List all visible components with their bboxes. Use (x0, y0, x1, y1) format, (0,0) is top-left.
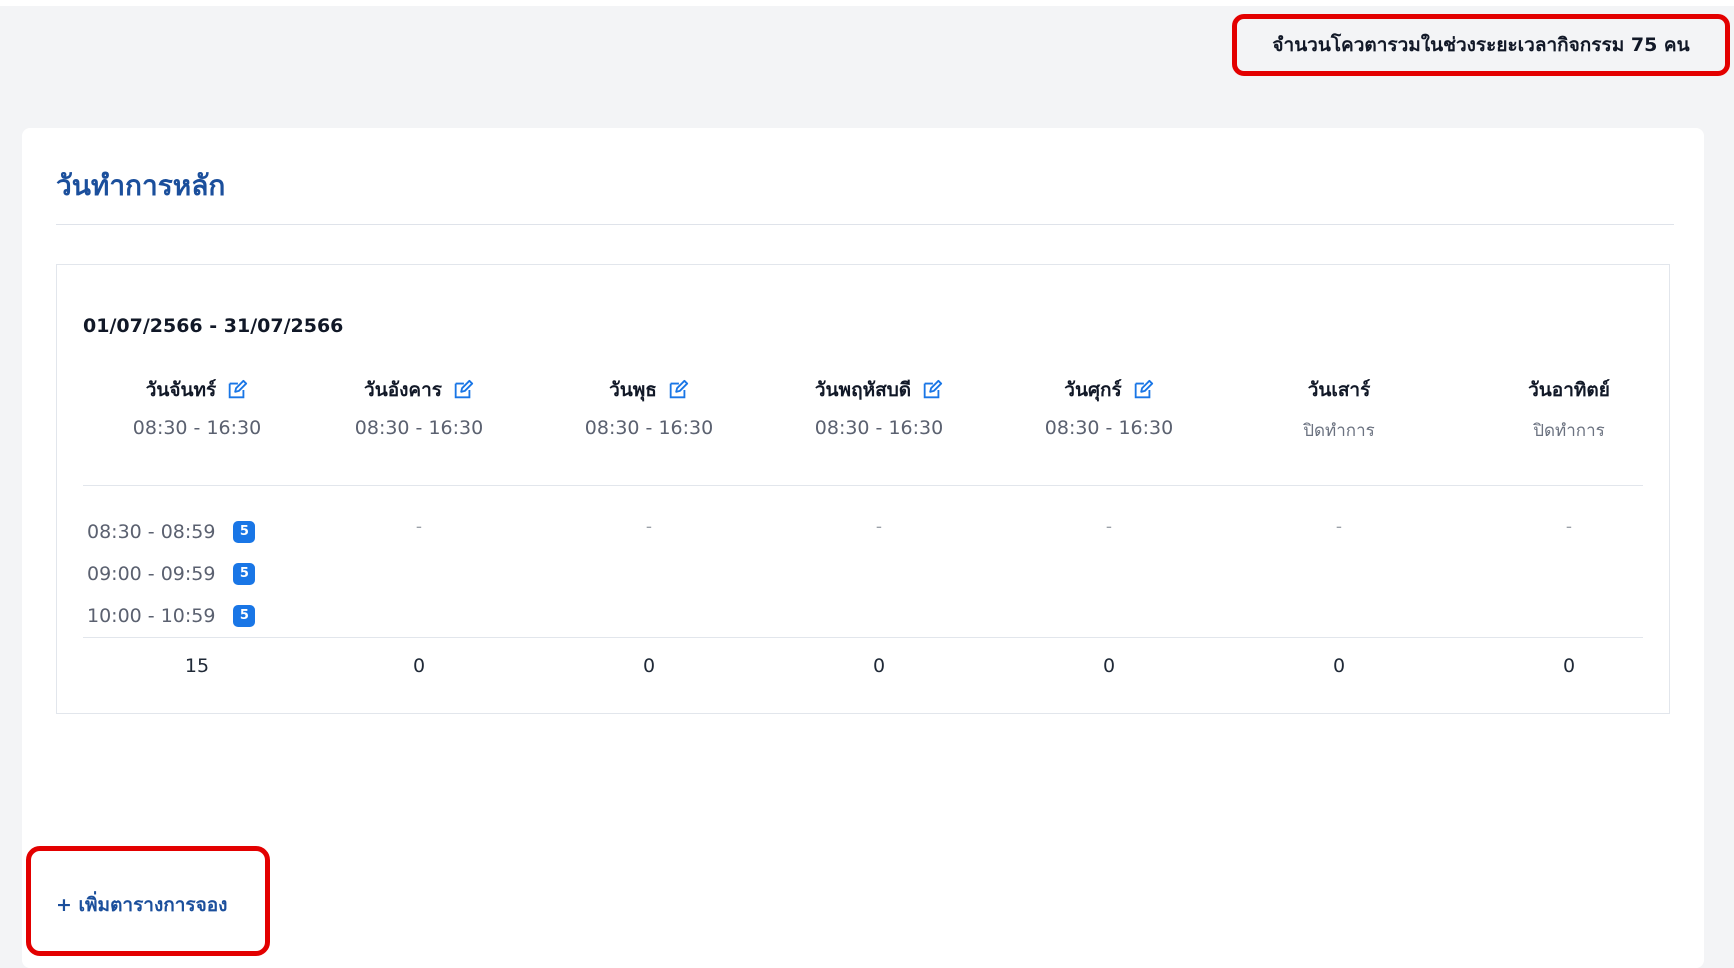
time-slot[interactable]: 09:00 - 09:59 5 (87, 553, 307, 595)
quota-badge: 5 (233, 521, 256, 543)
day-name: วันพุธ (609, 379, 657, 401)
day-hours: 08:30 - 16:30 (354, 417, 484, 439)
date-range: 01/07/2566 - 31/07/2566 (83, 315, 344, 337)
time-slot[interactable]: 10:00 - 10:59 5 (87, 595, 307, 637)
day-closed-label: ปิดทำการ (1533, 421, 1605, 441)
no-slots-placeholder: - (1105, 517, 1113, 537)
day-total: 0 (1332, 655, 1346, 677)
header-divider (83, 485, 1643, 486)
main-card: วันทำการหลัก 01/07/2566 - 31/07/2566 วัน… (22, 128, 1704, 968)
quota-badge: 5 (233, 563, 256, 585)
day-total: 15 (184, 655, 210, 677)
no-slots-placeholder: - (875, 517, 883, 537)
day-name: วันศุกร์ (1064, 379, 1122, 401)
edit-icon[interactable] (921, 379, 943, 401)
no-slots-placeholder: - (415, 517, 423, 537)
time-slot[interactable]: 08:30 - 08:59 5 (87, 511, 307, 553)
day-hours: 08:30 - 16:30 (584, 417, 714, 439)
day-total: 0 (872, 655, 886, 677)
day-header-tuesday: วันอังคาร (305, 375, 533, 405)
day-hours: 08:30 - 16:30 (814, 417, 944, 439)
day-header-monday: วันจันทร์ (83, 375, 311, 405)
no-slots-placeholder: - (1565, 517, 1573, 537)
monday-slot-list: 08:30 - 08:59 5 09:00 - 09:59 5 10:00 - … (87, 511, 307, 637)
day-total: 0 (1102, 655, 1116, 677)
day-name: วันจันทร์ (145, 379, 217, 401)
day-total: 0 (642, 655, 656, 677)
no-slots-placeholder: - (645, 517, 653, 537)
day-total: 0 (1562, 655, 1576, 677)
card-title: วันทำการหลัก (56, 169, 226, 202)
top-bar (0, 0, 1734, 6)
quota-badge: 5 (233, 605, 256, 627)
schedule-panel: 01/07/2566 - 31/07/2566 วันจันทร์ 08:30 … (56, 264, 1670, 714)
add-schedule-button[interactable]: + เพิ่มตารางการจอง (56, 890, 227, 920)
day-name: วันอังคาร (364, 379, 442, 401)
edit-icon[interactable] (226, 379, 248, 401)
day-name: วันเสาร์ (1307, 379, 1371, 401)
day-closed-label: ปิดทำการ (1303, 421, 1375, 441)
slot-time: 10:00 - 10:59 (87, 605, 216, 627)
card-divider (56, 224, 1674, 225)
totals-divider (83, 637, 1643, 638)
slot-time: 09:00 - 09:59 (87, 563, 216, 585)
day-header-thursday: วันพฤหัสบดี (765, 375, 993, 405)
edit-icon[interactable] (452, 379, 474, 401)
edit-icon[interactable] (1132, 379, 1154, 401)
day-total: 0 (412, 655, 426, 677)
quota-text: จำนวนโควตารวมในช่วงระยะเวลากิจกรรม 75 คน (1272, 34, 1690, 56)
quota-banner: จำนวนโควตารวมในช่วงระยะเวลากิจกรรม 75 คน (1232, 14, 1730, 76)
edit-icon[interactable] (667, 379, 689, 401)
day-hours: 08:30 - 16:30 (132, 417, 262, 439)
day-header-saturday: วันเสาร์ (1225, 375, 1453, 405)
day-header-friday: วันศุกร์ (995, 375, 1223, 405)
day-header-wednesday: วันพุธ (535, 375, 763, 405)
day-name: วันพฤหัสบดี (814, 379, 912, 401)
day-name: วันอาทิตย์ (1528, 379, 1610, 401)
no-slots-placeholder: - (1335, 517, 1343, 537)
day-hours: 08:30 - 16:30 (1044, 417, 1174, 439)
slot-time: 08:30 - 08:59 (87, 521, 216, 543)
day-header-sunday: วันอาทิตย์ (1455, 375, 1683, 405)
